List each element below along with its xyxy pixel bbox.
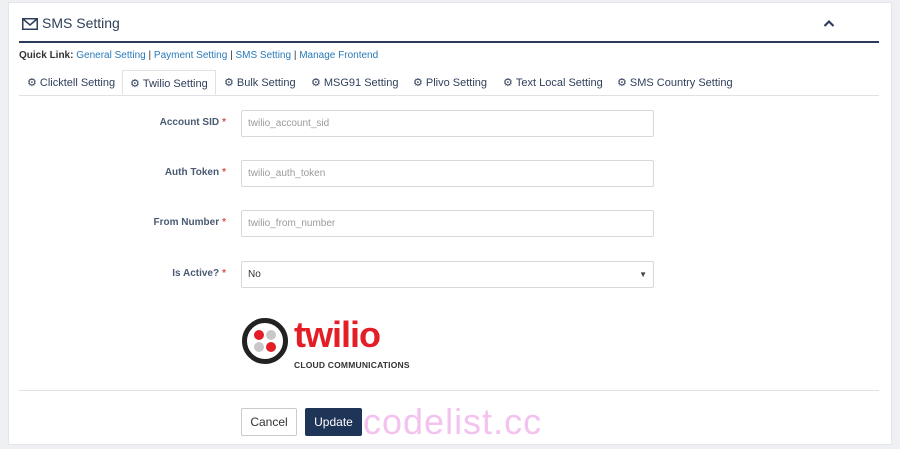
twilio-wordmark: twilio <box>294 314 381 355</box>
twilio-logo: twilio CLOUD COMMUNICATIONS <box>242 316 412 374</box>
tab-label: SMS Country Setting <box>629 77 733 89</box>
quick-link-payment-setting[interactable]: Payment Setting <box>154 50 227 61</box>
quick-link-separator: | <box>148 50 152 61</box>
gear-icon: ⚙ <box>224 77 234 89</box>
required-asterisk: * <box>222 167 226 178</box>
collapse-chevron-up-icon[interactable] <box>823 15 835 33</box>
tab-label: Text Local Setting <box>515 77 603 89</box>
required-asterisk: * <box>222 117 226 128</box>
gear-icon: ⚙ <box>413 77 423 89</box>
dropdown-arrow-icon: ▼ <box>639 270 647 279</box>
from-number-label: From Number * <box>153 217 226 228</box>
auth-token-row: Auth Token * <box>9 160 893 188</box>
tab-msg91-setting[interactable]: ⚙ MSG91 Setting <box>311 72 398 94</box>
envelope-icon <box>22 17 38 33</box>
twilio-logo-mark-icon <box>242 318 288 364</box>
gear-icon: ⚙ <box>503 77 513 89</box>
gear-icon: ⚙ <box>130 78 140 90</box>
tab-bulk-setting[interactable]: ⚙ Bulk Setting <box>224 72 296 94</box>
tab-label: Plivo Setting <box>425 77 488 89</box>
quick-link-separator: | <box>293 50 297 61</box>
twilio-tagline: CLOUD COMMUNICATIONS <box>294 360 410 370</box>
tab-plivo-setting[interactable]: ⚙ Plivo Setting <box>413 72 487 94</box>
watermark-text: codelist.cc <box>363 401 543 442</box>
quick-link-label: Quick Link: <box>19 50 74 61</box>
tab-label: Twilio Setting <box>142 78 208 90</box>
from-number-input[interactable] <box>241 210 654 237</box>
panel-title-text: SMS Setting <box>42 15 120 31</box>
form-divider <box>19 390 879 391</box>
quick-link-separator: | <box>230 50 233 61</box>
quick-link-manage-frontend[interactable]: Manage Frontend <box>299 50 378 61</box>
quick-link-general-setting[interactable]: General Setting <box>76 50 146 61</box>
from-number-row: From Number * <box>9 210 893 238</box>
required-asterisk: * <box>222 217 226 228</box>
is-active-label: Is Active? * <box>172 268 226 279</box>
panel-header: SMS Setting <box>19 3 879 43</box>
tab-text-local-setting[interactable]: ⚙ Text Local Setting <box>503 72 603 94</box>
quick-links: Quick Link: General Setting | Payment Se… <box>19 50 378 61</box>
tab-sms-country-setting[interactable]: ⚙ SMS Country Setting <box>617 72 733 94</box>
account-sid-row: Account SID * <box>9 110 893 138</box>
panel-title: SMS Setting <box>22 15 120 33</box>
auth-token-input[interactable] <box>241 160 654 187</box>
update-button[interactable]: Update <box>305 408 362 436</box>
gear-icon: ⚙ <box>27 77 37 89</box>
required-asterisk: * <box>222 268 226 279</box>
tab-label: Clicktell Setting <box>39 77 116 89</box>
account-sid-input[interactable] <box>241 110 654 137</box>
settings-tabs: ⚙ Clicktell Setting ⚙ Twilio Setting ⚙ Bulk… <box>19 70 879 96</box>
tab-label: MSG91 Setting <box>323 77 399 89</box>
cancel-button[interactable]: Cancel <box>241 408 297 436</box>
tab-twilio-setting[interactable]: ⚙ Twilio Setting <box>122 70 216 95</box>
gear-icon: ⚙ <box>617 77 627 89</box>
tab-label: Bulk Setting <box>236 77 296 89</box>
gear-icon: ⚙ <box>311 77 321 89</box>
quick-link-sms-setting[interactable]: SMS Setting <box>235 50 291 61</box>
is-active-row: Is Active? * No ▼ <box>9 261 893 289</box>
is-active-selected-value: No <box>248 269 261 280</box>
sms-setting-panel: SMS Setting Quick Link: General Setting … <box>8 2 892 445</box>
is-active-select[interactable]: No ▼ <box>241 261 654 288</box>
tab-clicktell-setting[interactable]: ⚙ Clicktell Setting <box>27 72 115 94</box>
auth-token-label: Auth Token * <box>164 167 226 178</box>
account-sid-label: Account SID * <box>159 117 226 128</box>
